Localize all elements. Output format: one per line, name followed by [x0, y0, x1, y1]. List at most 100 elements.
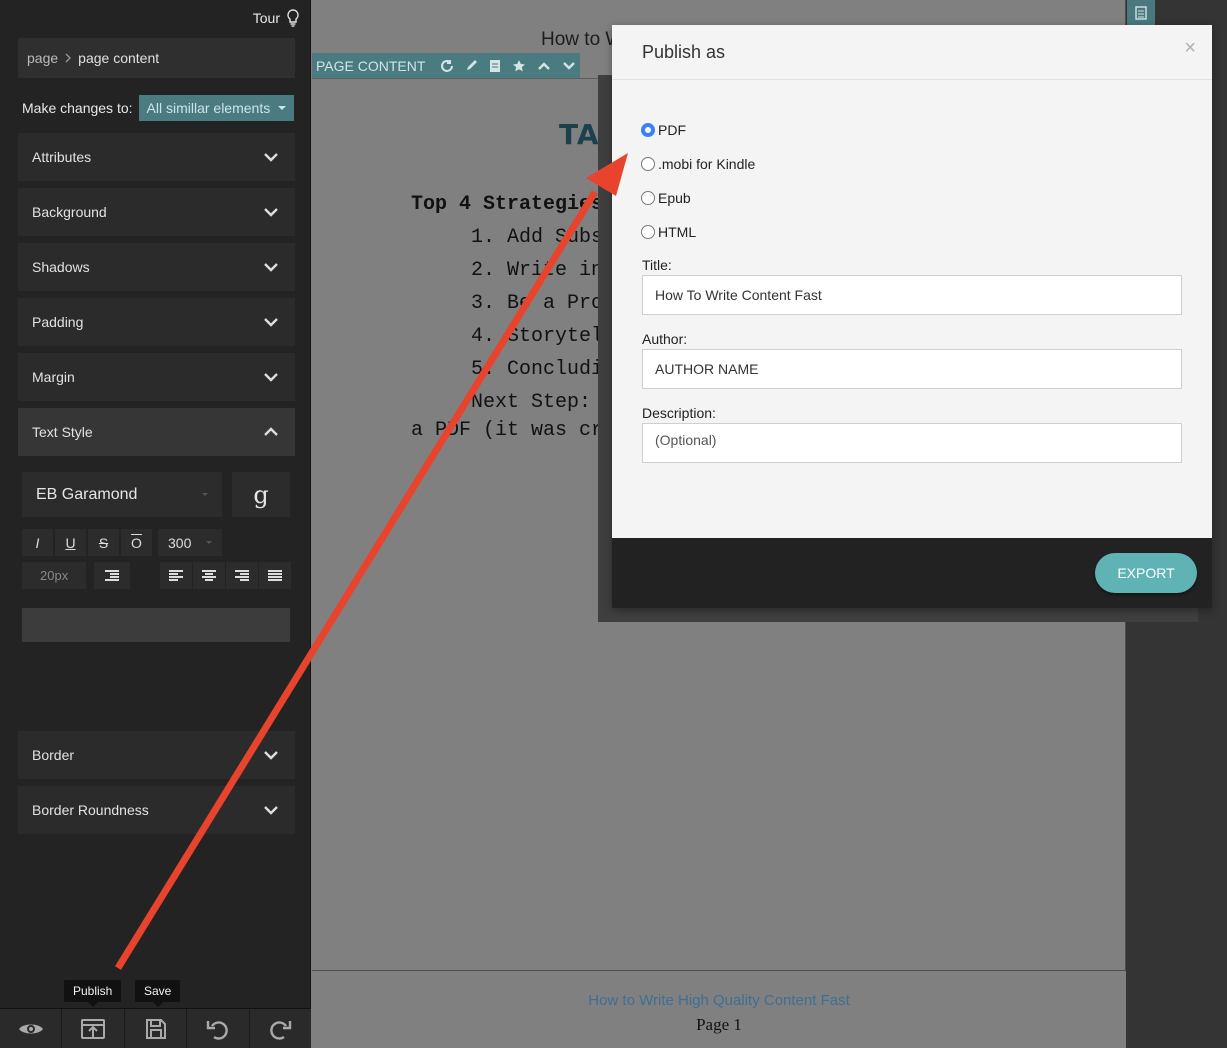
redo-button[interactable]	[249, 1009, 312, 1048]
chevron-up-icon[interactable]	[537, 61, 551, 71]
close-icon[interactable]: ×	[1184, 37, 1196, 60]
section-label: Border Roundness	[32, 802, 149, 818]
publish-button[interactable]	[62, 1009, 125, 1048]
page-content-label: PAGE CONTENT	[316, 57, 426, 74]
make-changes-label: Make changes to:	[22, 100, 133, 116]
redo-icon	[270, 1020, 292, 1040]
title-input[interactable]	[642, 275, 1182, 315]
section-padding[interactable]: Padding	[18, 298, 295, 346]
next-step-text: Next Step: D	[471, 391, 616, 414]
align-left-button[interactable]	[160, 562, 192, 589]
section-label: Border	[32, 747, 75, 763]
preview-button[interactable]	[0, 1009, 63, 1048]
section-shadows[interactable]: Shadows	[18, 243, 295, 291]
strategies-heading: Top 4 Strategies	[411, 193, 604, 216]
refresh-icon[interactable]	[440, 59, 454, 73]
tour-button[interactable]: Tour	[253, 6, 300, 30]
align-right-icon	[235, 569, 249, 582]
strikethrough-button[interactable]: S	[88, 529, 119, 556]
format-label: .mobi for Kindle	[658, 156, 756, 172]
star-icon[interactable]	[512, 59, 526, 73]
document-icon[interactable]	[489, 59, 501, 73]
author-input[interactable]	[642, 349, 1182, 389]
page-settings-button[interactable]	[1127, 0, 1155, 26]
page-content-toolbar: PAGE CONTENT	[312, 53, 580, 78]
section-border-roundness[interactable]: Border Roundness	[18, 786, 295, 834]
format-option-pdf[interactable]: PDF	[641, 120, 686, 140]
title-label: Title:	[642, 257, 672, 273]
modal-header: Publish as ×	[612, 25, 1212, 80]
section-label: Text Style	[32, 424, 93, 440]
section-label: Padding	[32, 314, 84, 330]
bottom-toolbar	[0, 1008, 312, 1048]
align-right-button[interactable]	[226, 562, 258, 589]
document-icon	[1135, 6, 1147, 20]
chevron-right-icon	[65, 53, 72, 63]
caret-down-icon	[278, 106, 287, 110]
make-changes-select[interactable]: All simillar elements	[138, 95, 295, 121]
description-label: Description:	[642, 405, 716, 421]
section-label: Background	[32, 204, 107, 220]
list-item: 4. Storytell	[471, 325, 616, 348]
section-background[interactable]: Background	[18, 188, 295, 236]
format-label: Epub	[658, 190, 691, 206]
underline-button[interactable]: U	[55, 529, 86, 556]
section-margin[interactable]: Margin	[18, 353, 295, 401]
list-item: 5. Concludin	[471, 358, 616, 381]
align-center-icon	[202, 569, 216, 582]
font-family-select[interactable]: EB Garamond	[22, 472, 222, 517]
font-size-input[interactable]: 20px	[22, 562, 86, 589]
chevron-down-icon[interactable]	[562, 61, 576, 71]
font-family-value: EB Garamond	[36, 485, 138, 503]
pencil-icon[interactable]	[465, 59, 478, 72]
format-option-epub[interactable]: Epub	[641, 188, 691, 208]
radio-button[interactable]	[641, 123, 655, 137]
chevron-down-icon	[264, 208, 278, 217]
publish-tooltip-text: Publish	[73, 984, 113, 998]
publish-tooltip: Publish	[64, 980, 122, 1007]
save-button[interactable]	[124, 1009, 188, 1048]
chevron-down-icon	[264, 373, 278, 382]
make-changes-value: All simillar elements	[146, 100, 271, 116]
radio-button[interactable]	[641, 157, 655, 171]
google-fonts-button[interactable]: g	[232, 472, 290, 517]
section-label: Attributes	[32, 149, 92, 165]
section-border[interactable]: Border	[18, 731, 295, 779]
chevron-up-icon	[264, 427, 278, 436]
list-item: 3. Be a Prob	[471, 292, 616, 315]
author-label: Author:	[642, 331, 688, 347]
font-weight-value: 300	[168, 534, 192, 551]
font-weight-select[interactable]: 300	[158, 529, 222, 556]
footer-link[interactable]: How to Write High Quality Content Fast	[312, 992, 1126, 1009]
italic-button[interactable]: I	[22, 529, 53, 556]
format-option-mobi[interactable]: .mobi for Kindle	[641, 154, 755, 174]
format-label: PDF	[658, 122, 686, 138]
lightbulb-icon	[287, 9, 299, 27]
underline-icon: U	[65, 534, 76, 551]
list-item: 2. Write in	[471, 259, 604, 282]
overline-button[interactable]: O	[121, 529, 152, 556]
strikethrough-icon: S	[98, 534, 109, 551]
section-attributes[interactable]: Attributes	[18, 133, 295, 181]
indent-button[interactable]	[94, 562, 130, 589]
description-input[interactable]	[642, 423, 1182, 463]
caret-down-icon	[202, 493, 208, 496]
format-option-html[interactable]: HTML	[641, 222, 696, 242]
chevron-down-icon	[264, 318, 278, 327]
overline-icon: O	[131, 534, 142, 551]
align-justify-button[interactable]	[259, 562, 291, 589]
align-center-button[interactable]	[193, 562, 225, 589]
page-header-title: How to W	[541, 29, 624, 50]
save-tooltip-text: Save	[144, 984, 172, 998]
radio-button[interactable]	[641, 225, 655, 239]
breadcrumb-current[interactable]: page content	[78, 50, 159, 66]
text-color-field[interactable]	[22, 608, 290, 642]
editor-sidebar: Tour page page content Make changes to: …	[0, 0, 312, 1048]
export-button[interactable]: EXPORT	[1095, 553, 1197, 593]
section-text-style[interactable]: Text Style	[18, 408, 295, 456]
radio-button[interactable]	[641, 191, 655, 205]
publish-modal: Publish as × PDF .mobi for Kindle Epub H…	[612, 25, 1212, 608]
undo-button[interactable]	[187, 1009, 250, 1048]
align-left-icon	[169, 569, 183, 582]
breadcrumb-root[interactable]: page	[27, 50, 58, 66]
